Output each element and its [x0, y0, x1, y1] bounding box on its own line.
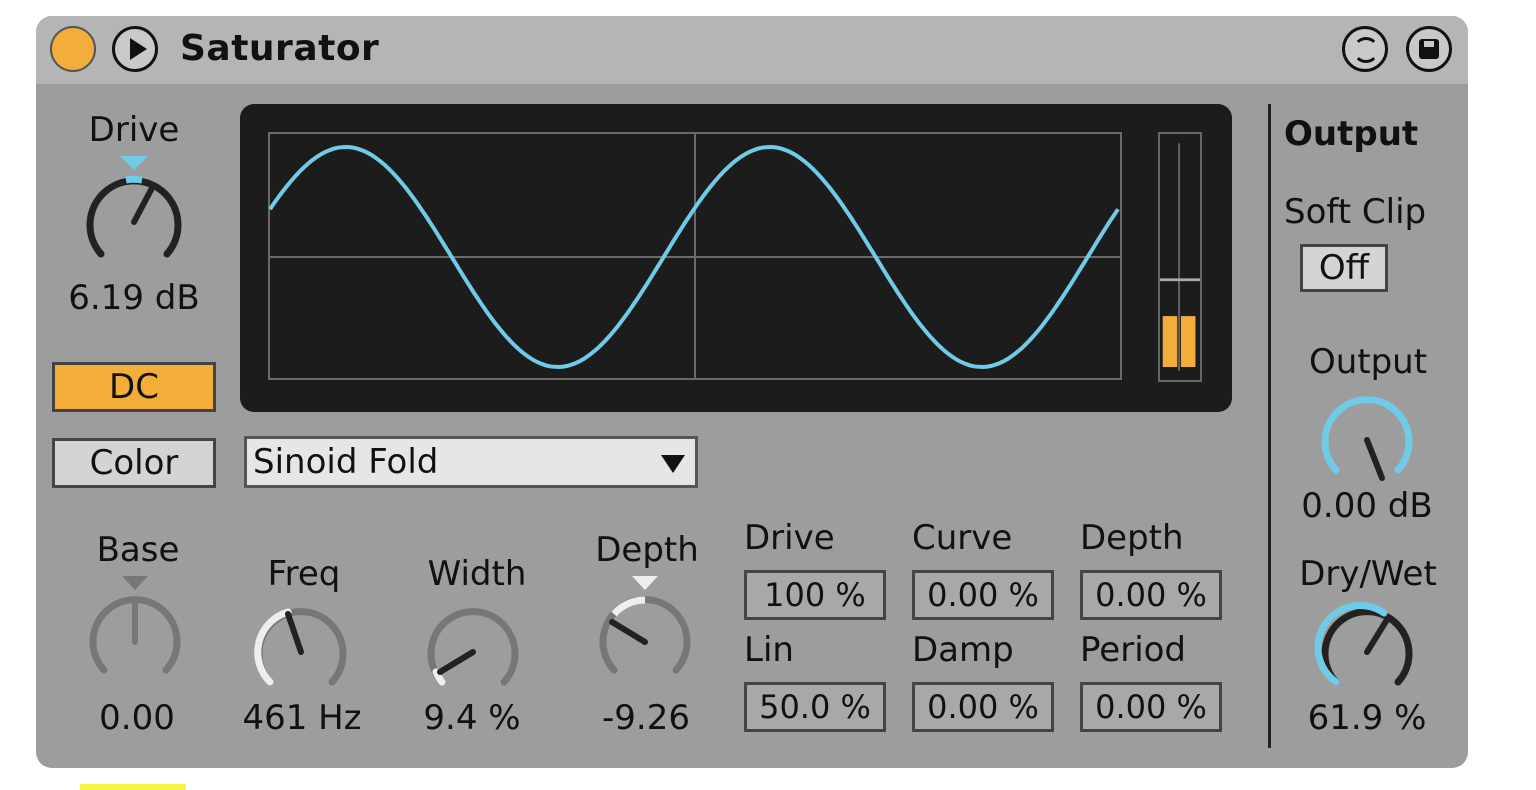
param-damp-field[interactable]: 0.00 % — [912, 682, 1054, 732]
base-value: 0.00 — [99, 698, 175, 738]
param-lin-label: Lin — [744, 630, 794, 670]
device-title-bar: Saturator — [36, 16, 1468, 84]
device-power-toggle[interactable] — [50, 26, 96, 72]
saturator-device: Saturator Drive 6.19 dB DC Color Sinoid … — [36, 16, 1468, 768]
output-gain-value: 0.00 dB — [1301, 486, 1433, 526]
transfer-curve-graph — [268, 132, 1122, 380]
depth-knob[interactable] — [590, 574, 700, 698]
param-curve-label: Curve — [912, 518, 1013, 558]
output-level-meter — [1158, 132, 1202, 382]
selection-highlight — [80, 784, 186, 790]
hot-swap-icon[interactable] — [1342, 26, 1388, 72]
width-value: 9.4 % — [423, 698, 521, 738]
freq-knob-label: Freq — [267, 554, 341, 594]
drive-knob-label: Drive — [88, 110, 180, 150]
freq-value: 461 Hz — [242, 698, 362, 738]
device-title: Saturator — [180, 28, 380, 69]
output-knob-label: Output — [1308, 342, 1428, 382]
freq-knob[interactable] — [246, 596, 356, 700]
save-preset-icon[interactable] — [1406, 26, 1452, 72]
waveshaper-type-value: Sinoid Fold — [253, 442, 439, 482]
dc-button[interactable]: DC — [52, 362, 216, 412]
output-section-title: Output — [1284, 114, 1419, 154]
waveshaper-display — [240, 104, 1232, 412]
width-knob[interactable] — [418, 596, 528, 700]
section-divider — [1268, 104, 1271, 748]
param-damp-label: Damp — [912, 630, 1014, 670]
output-gain-knob[interactable] — [1312, 384, 1422, 488]
drywet-knob-label: Dry/Wet — [1299, 554, 1437, 594]
param-period-label: Period — [1080, 630, 1187, 670]
param-period-field[interactable]: 0.00 % — [1080, 682, 1222, 732]
drive-value: 6.19 dB — [68, 278, 200, 318]
color-button[interactable]: Color — [52, 438, 216, 488]
param-depth-label: Depth — [1080, 518, 1184, 558]
soft-clip-toggle[interactable]: Off — [1300, 244, 1388, 292]
depth-knob-label: Depth — [595, 530, 699, 570]
base-knob[interactable] — [80, 574, 190, 698]
base-knob-label: Base — [96, 530, 180, 570]
waveshaper-type-select[interactable]: Sinoid Fold — [244, 436, 698, 488]
drive-knob[interactable] — [76, 152, 192, 278]
param-depth-field[interactable]: 0.00 % — [1080, 570, 1222, 620]
drywet-value: 61.9 % — [1307, 698, 1427, 738]
chevron-down-icon — [661, 455, 685, 473]
param-drive-field[interactable]: 100 % — [744, 570, 886, 620]
width-knob-label: Width — [427, 554, 527, 594]
play-icon[interactable] — [112, 26, 158, 72]
depth-value: -9.26 — [602, 698, 690, 738]
param-drive-label: Drive — [744, 518, 835, 558]
soft-clip-label: Soft Clip — [1284, 192, 1427, 232]
param-curve-field[interactable]: 0.00 % — [912, 570, 1054, 620]
drywet-knob[interactable] — [1312, 596, 1422, 700]
param-lin-field[interactable]: 50.0 % — [744, 682, 886, 732]
